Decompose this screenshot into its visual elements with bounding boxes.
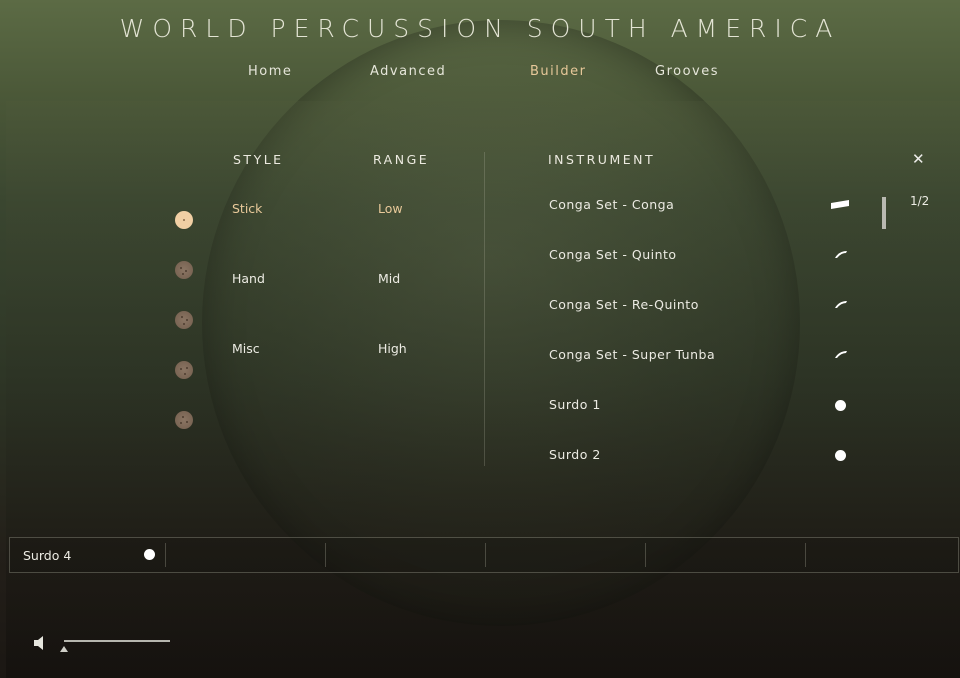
- stick-icon: [835, 351, 847, 358]
- instrument-item-conga[interactable]: Conga Set - Conga: [549, 197, 674, 212]
- speaker-icon[interactable]: [33, 635, 47, 651]
- instrument-item-re-quinto[interactable]: Conga Set - Re-Quinto: [549, 297, 699, 312]
- volume-slider[interactable]: [64, 640, 170, 642]
- app-title: WORLD PERCUSSION SOUTH AMERICA: [119, 14, 841, 43]
- nav-advanced[interactable]: Advanced: [370, 64, 446, 79]
- range-option-high[interactable]: High: [378, 341, 407, 356]
- slot-divider: [325, 543, 326, 567]
- slot-divider: [645, 543, 646, 567]
- nav-home[interactable]: Home: [248, 64, 292, 79]
- slot-1-label[interactable]: Surdo 4: [23, 548, 71, 563]
- instrument-scrollbar[interactable]: [882, 197, 886, 229]
- slot-selector-dot-4[interactable]: [175, 361, 193, 379]
- dot-icon: [835, 400, 846, 411]
- dot-icon: [144, 549, 155, 560]
- range-option-low[interactable]: Low: [378, 201, 403, 216]
- column-divider: [484, 152, 485, 466]
- stick-icon: [835, 301, 847, 308]
- instrument-item-surdo-1[interactable]: Surdo 1: [549, 397, 601, 412]
- range-option-mid[interactable]: Mid: [378, 271, 400, 286]
- volume-slider-handle[interactable]: [60, 646, 68, 652]
- stick-wide-icon: [831, 200, 849, 209]
- nav-builder[interactable]: Builder: [530, 64, 586, 79]
- style-option-stick[interactable]: Stick: [232, 201, 262, 216]
- nav-grooves[interactable]: Grooves: [655, 64, 719, 79]
- slot-selector-dot-1[interactable]: [175, 211, 193, 229]
- stick-icon: [835, 251, 847, 258]
- style-heading: STYLE: [233, 152, 284, 167]
- range-heading: RANGE: [373, 152, 430, 167]
- slot-selector-dot-5[interactable]: [175, 411, 193, 429]
- slot-selector-dot-3[interactable]: [175, 311, 193, 329]
- dot-icon: [835, 450, 846, 461]
- style-option-hand[interactable]: Hand: [232, 271, 265, 286]
- slot-divider: [805, 543, 806, 567]
- instrument-heading: INSTRUMENT: [548, 152, 656, 167]
- builder-panel: [6, 101, 960, 678]
- instrument-item-super-tunba[interactable]: Conga Set - Super Tunba: [549, 347, 715, 362]
- slot-divider: [165, 543, 166, 567]
- close-icon[interactable]: ✕: [912, 150, 925, 168]
- instrument-item-surdo-2[interactable]: Surdo 2: [549, 447, 601, 462]
- slot-selector-dot-2[interactable]: [175, 261, 193, 279]
- page-indicator: 1/2: [910, 194, 930, 208]
- style-option-misc[interactable]: Misc: [232, 341, 260, 356]
- slot-divider: [485, 543, 486, 567]
- instrument-item-quinto[interactable]: Conga Set - Quinto: [549, 247, 677, 262]
- slot-strip: Surdo 4: [9, 537, 959, 573]
